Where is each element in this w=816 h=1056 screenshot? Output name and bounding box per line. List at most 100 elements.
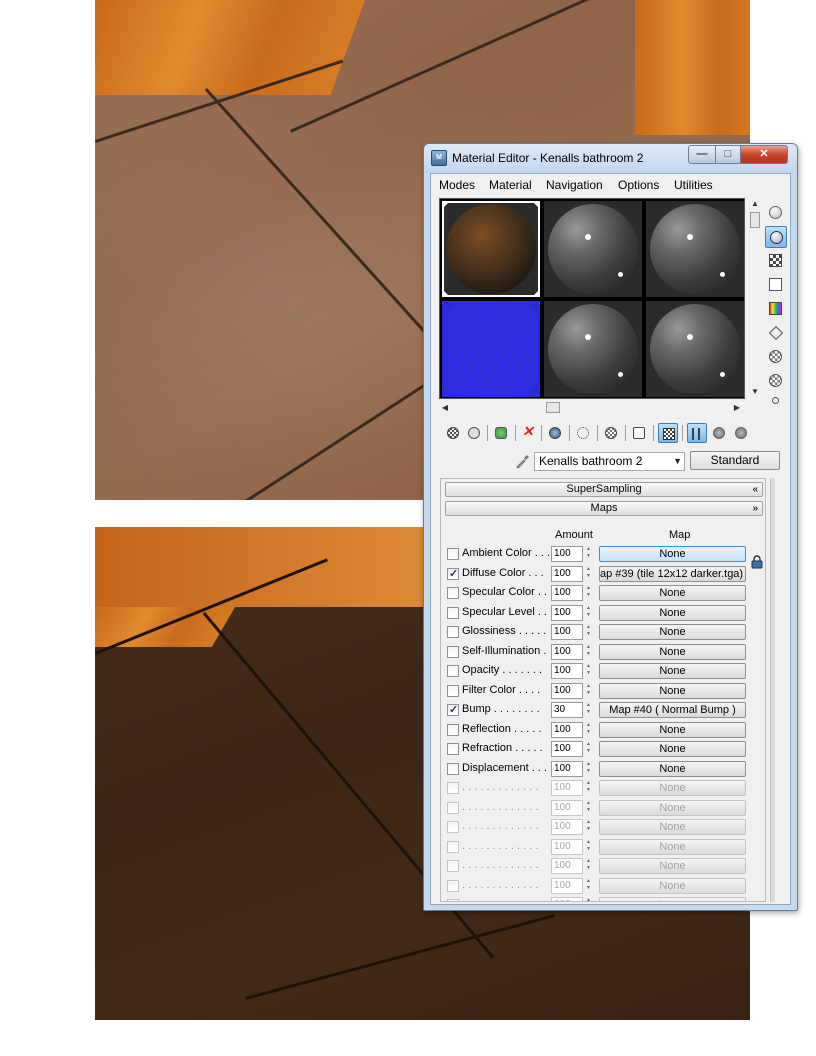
close-button[interactable]: ✕ [740, 145, 788, 164]
amount-spinner[interactable]: ▲▼ [584, 741, 593, 757]
material-map-navigator-button[interactable] [765, 394, 787, 416]
map-amount-field[interactable]: 100 [551, 565, 583, 582]
sample-type-button[interactable] [765, 202, 787, 224]
material-name-field[interactable]: Kenalls bathroom 2 ▼ [534, 452, 685, 471]
chevron-down-icon[interactable]: ▼ [673, 453, 682, 470]
map-slot-button[interactable]: None [599, 799, 746, 816]
map-slot-button[interactable]: None [599, 663, 746, 679]
map-enable-checkbox[interactable] [447, 567, 459, 580]
menu-utilities[interactable]: Utilities [674, 178, 713, 192]
map-slot-button[interactable]: None [599, 741, 746, 757]
map-slot-button[interactable]: None [599, 546, 746, 562]
map-amount-field[interactable]: 30 [551, 702, 583, 718]
map-amount-field[interactable]: 100 [551, 780, 583, 796]
put-to-library-button[interactable] [573, 423, 593, 443]
map-amount-field[interactable]: 100 [551, 624, 583, 640]
map-enable-checkbox[interactable] [447, 548, 459, 560]
map-amount-field[interactable]: 100 [551, 585, 583, 601]
assign-to-selection-button[interactable] [491, 423, 511, 443]
panel-scrollbar[interactable] [770, 478, 775, 902]
map-slot-button[interactable]: None [599, 682, 746, 699]
sample-slot-1[interactable] [442, 201, 540, 297]
pick-material-from-object-button[interactable] [515, 453, 531, 469]
amount-spinner[interactable]: ▲▼ [584, 624, 593, 640]
amount-spinner[interactable]: ▲▼ [584, 585, 593, 601]
map-amount-field[interactable]: 100 [551, 897, 583, 901]
sample-slot-6[interactable] [646, 301, 744, 397]
map-enable-checkbox[interactable] [447, 626, 459, 638]
map-amount-field[interactable]: 100 [551, 760, 583, 777]
map-enable-checkbox[interactable] [447, 606, 459, 619]
amount-spinner[interactable]: ▲▼ [584, 819, 593, 835]
amount-spinner[interactable]: ▲▼ [584, 722, 593, 738]
map-enable-checkbox[interactable] [447, 840, 459, 853]
map-slot-button[interactable]: None [599, 877, 746, 894]
select-by-material-button[interactable] [765, 370, 787, 392]
supersampling-rollout[interactable]: SuperSampling « [445, 482, 763, 497]
slots-horizontal-scrollbar[interactable]: ◀ ▶ [439, 401, 745, 414]
scroll-left-icon[interactable]: ◀ [439, 401, 451, 414]
map-amount-field[interactable]: 100 [551, 838, 583, 855]
map-enable-checkbox[interactable] [447, 879, 459, 892]
backlight-button[interactable] [765, 226, 787, 248]
map-enable-checkbox[interactable] [447, 684, 459, 697]
title-bar[interactable]: M Material Editor - Kenalls bathroom 2 —… [424, 144, 797, 173]
map-amount-field[interactable]: 100 [551, 682, 583, 699]
maximize-button[interactable]: □ [715, 145, 741, 164]
minimize-button[interactable]: — [688, 145, 716, 164]
background-button[interactable] [765, 250, 787, 272]
amount-spinner[interactable]: ▲▼ [584, 644, 593, 660]
go-forward-to-sibling-button[interactable] [709, 423, 729, 443]
scroll-thumb[interactable] [750, 212, 760, 228]
show-end-result-button[interactable] [658, 423, 678, 443]
map-slot-button[interactable]: None [599, 780, 746, 796]
slots-vertical-scrollbar[interactable]: ▲ ▼ [749, 198, 761, 399]
reset-map-button[interactable]: ✕ [519, 423, 539, 443]
map-enable-checkbox[interactable] [447, 782, 459, 794]
map-enable-checkbox[interactable] [447, 587, 459, 599]
put-to-scene-button[interactable] [464, 423, 484, 443]
amount-spinner[interactable]: ▲▼ [584, 897, 593, 901]
amount-spinner[interactable]: ▲▼ [584, 683, 593, 699]
map-amount-field[interactable]: 100 [551, 604, 583, 621]
material-type-button[interactable]: Standard [690, 451, 780, 470]
get-material-button[interactable] [443, 423, 463, 443]
make-unique-button[interactable] [545, 423, 565, 443]
map-enable-checkbox[interactable] [447, 743, 459, 755]
map-slot-button[interactable]: None [599, 838, 746, 855]
map-slot-button[interactable]: None [599, 643, 746, 660]
map-slot-button[interactable]: None [599, 819, 746, 835]
map-enable-checkbox[interactable] [447, 703, 459, 716]
amount-spinner[interactable]: ▲▼ [584, 605, 593, 621]
amount-spinner[interactable]: ▲▼ [584, 780, 593, 796]
amount-spinner[interactable]: ▲▼ [584, 702, 593, 718]
map-slot-button[interactable]: None [599, 858, 746, 874]
map-enable-checkbox[interactable] [447, 899, 459, 901]
menu-modes[interactable]: Modes [439, 178, 475, 192]
map-slot-button[interactable]: None [599, 897, 746, 901]
map-amount-field[interactable]: 100 [551, 799, 583, 816]
map-amount-field[interactable]: 100 [551, 721, 583, 738]
map-amount-field[interactable]: 100 [551, 858, 583, 874]
menu-material[interactable]: Material [489, 178, 532, 192]
material-editor-window[interactable]: M Material Editor - Kenalls bathroom 2 —… [423, 143, 798, 911]
scroll-down-icon[interactable]: ▼ [749, 386, 761, 398]
amount-spinner[interactable]: ▲▼ [584, 761, 593, 777]
scroll-up-icon[interactable]: ▲ [749, 198, 761, 210]
options-button[interactable] [765, 346, 787, 368]
map-amount-field[interactable]: 100 [551, 663, 583, 679]
map-enable-checkbox[interactable] [447, 723, 459, 736]
map-amount-field[interactable]: 100 [551, 877, 583, 894]
map-amount-field[interactable]: 100 [551, 741, 583, 757]
lock-icon[interactable] [751, 555, 763, 569]
map-slot-button[interactable]: None [599, 760, 746, 777]
map-slot-button[interactable]: ap #39 (tile 12x12 darker.tga) [599, 565, 746, 582]
scroll-right-icon[interactable]: ▶ [731, 401, 743, 414]
amount-spinner[interactable]: ▲▼ [584, 878, 593, 894]
map-enable-checkbox[interactable] [447, 801, 459, 814]
sample-slot-2[interactable] [544, 201, 642, 297]
map-amount-field[interactable]: 100 [551, 643, 583, 660]
sample-slot-3[interactable] [646, 201, 744, 297]
amount-spinner[interactable]: ▲▼ [584, 566, 593, 582]
amount-spinner[interactable]: ▲▼ [584, 546, 593, 562]
